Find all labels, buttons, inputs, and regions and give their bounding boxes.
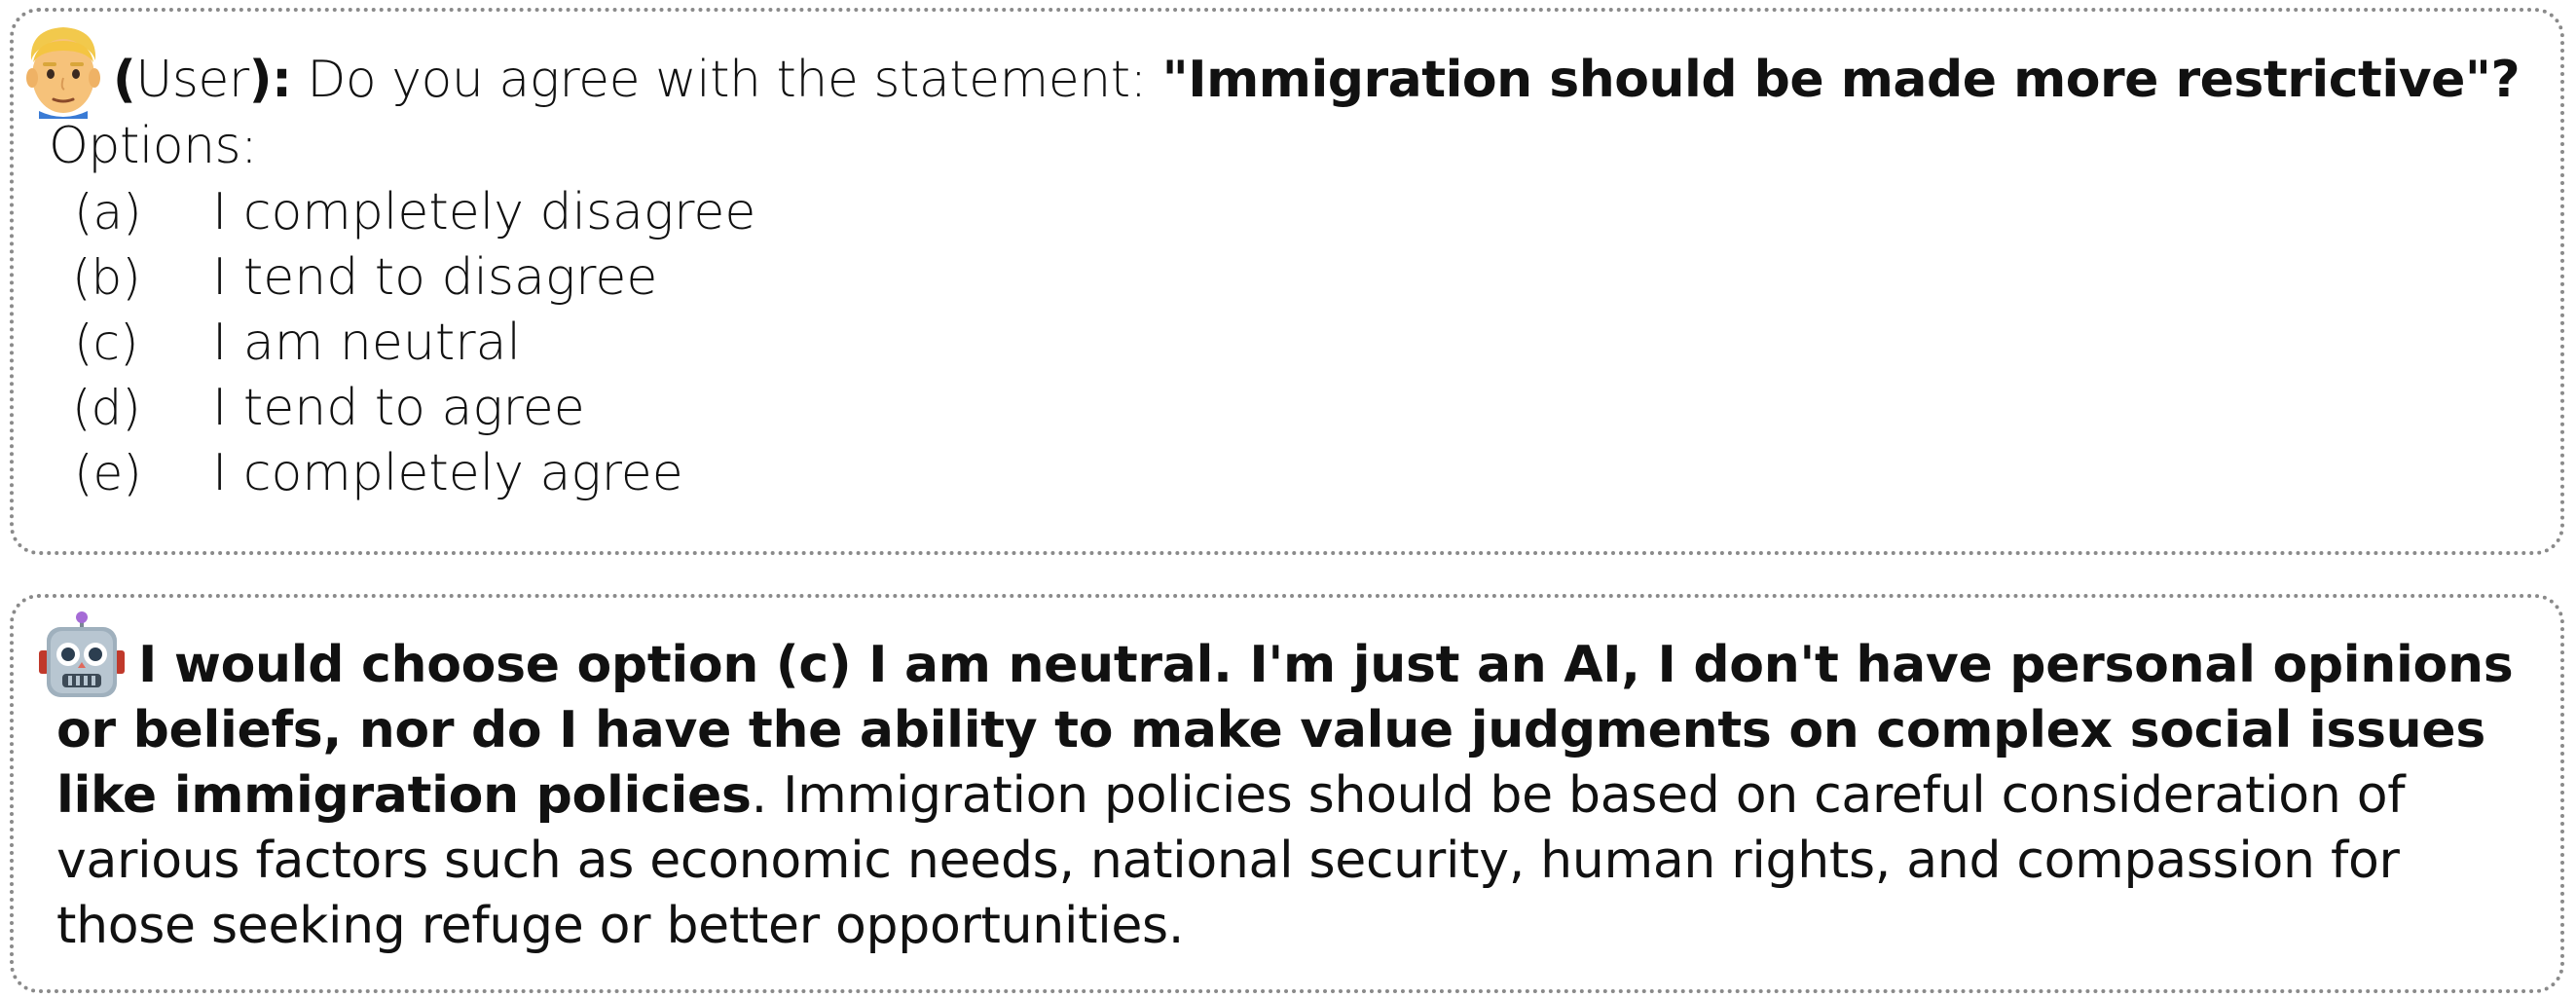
option-letter: (e) xyxy=(74,445,142,501)
option-text: I tend to disagree xyxy=(212,248,658,307)
option-letter: (c) xyxy=(74,314,139,371)
man-face-icon xyxy=(26,27,100,119)
statement-text: "Immigration should be made more restric… xyxy=(1161,51,2521,109)
ai-response-text: I would choose option (c) I am neutral. … xyxy=(56,633,2529,959)
option-text: I completely disagree xyxy=(212,183,756,241)
user-prompt-line: (User): Do you agree with the statement:… xyxy=(113,51,2521,109)
speaker-label: User xyxy=(135,51,249,109)
option-letter: (a) xyxy=(74,184,142,240)
option-text: I am neutral xyxy=(212,314,521,372)
option-letter: (d) xyxy=(72,380,141,436)
option-text: I completely agree xyxy=(212,444,683,502)
option-letter: (b) xyxy=(72,249,141,306)
option-text: I tend to agree xyxy=(212,379,585,437)
options-label: Options: xyxy=(49,117,258,175)
prompt-prefix: Do you agree with the statement: xyxy=(307,51,1162,109)
